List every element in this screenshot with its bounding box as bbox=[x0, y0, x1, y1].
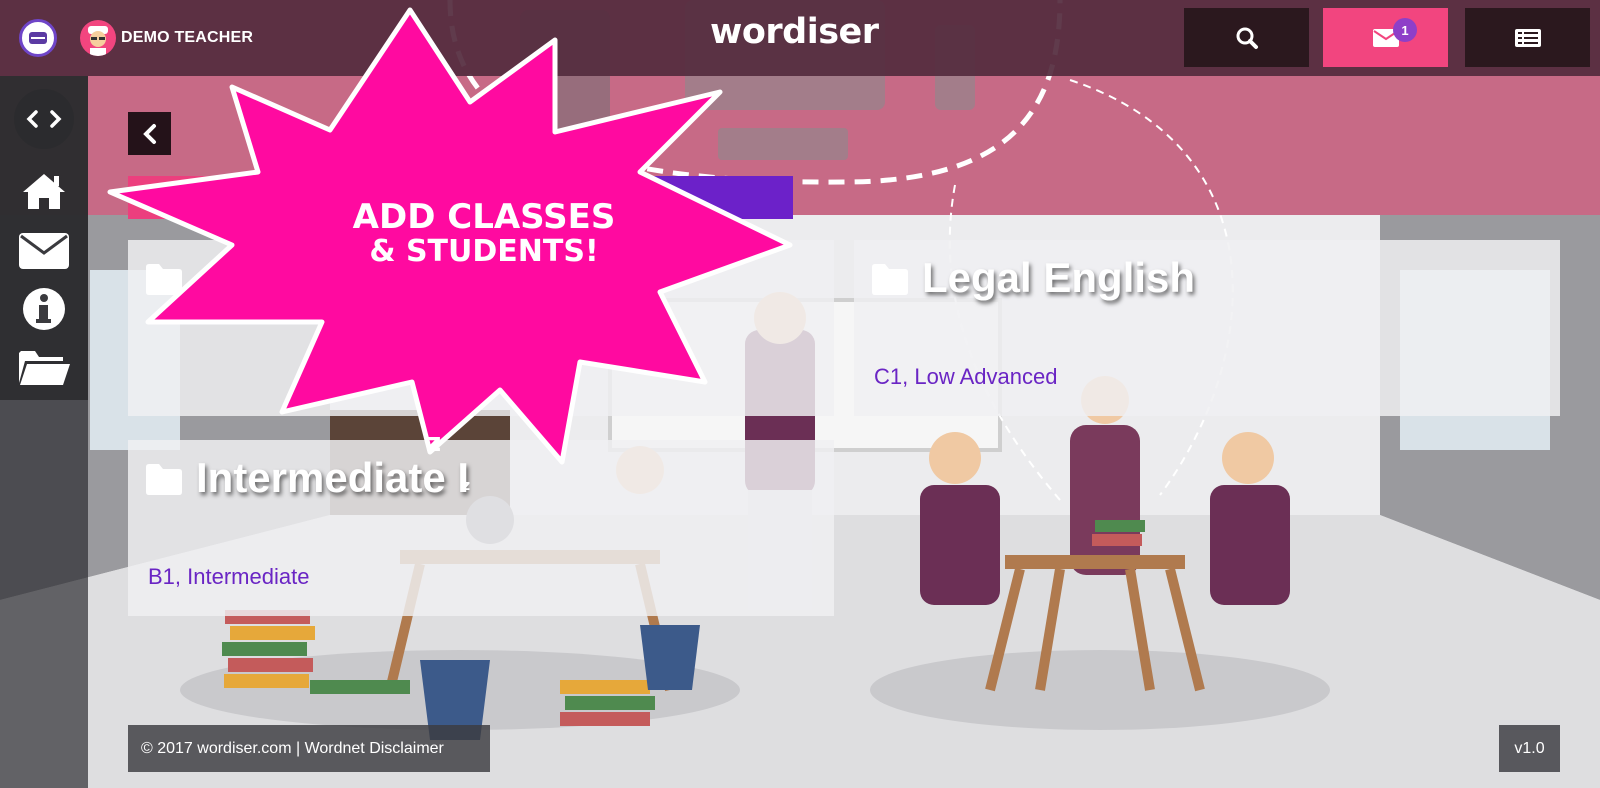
avatar[interactable] bbox=[80, 20, 116, 56]
menu-button[interactable] bbox=[19, 19, 57, 57]
mail-icon bbox=[19, 233, 69, 269]
chevron-left-icon bbox=[142, 123, 156, 144]
promo-line-1: ADD CLASSES bbox=[352, 197, 616, 237]
add-class-button[interactable] bbox=[128, 176, 368, 219]
menu-icon bbox=[29, 32, 47, 44]
teacher-name[interactable]: DEMO TEACHER bbox=[121, 29, 253, 47]
version-label: v1.0 bbox=[1499, 725, 1560, 772]
sidebar bbox=[0, 76, 88, 788]
sidebar-item-folders[interactable] bbox=[0, 338, 88, 396]
sidebar-item-info[interactable] bbox=[0, 280, 88, 338]
list-button[interactable] bbox=[1465, 8, 1590, 67]
class-level: B1, Intermediate bbox=[148, 564, 310, 589]
footer-copyright[interactable]: © 2017 wordiser.com | Wordnet Disclaimer bbox=[128, 725, 490, 772]
back-button[interactable] bbox=[128, 112, 171, 155]
home-icon bbox=[23, 174, 65, 209]
code-toggle-icon bbox=[26, 110, 62, 128]
add-student-button[interactable] bbox=[625, 176, 793, 219]
promo-line-2: & STUDENTS! bbox=[369, 233, 599, 269]
class-name: Intermediate I bbox=[196, 454, 470, 501]
notification-badge: 1 bbox=[1393, 18, 1417, 42]
folder-icon bbox=[146, 464, 182, 495]
wordiser-logo[interactable]: wordiser bbox=[710, 12, 879, 52]
sidebar-item-home[interactable] bbox=[0, 162, 88, 220]
sidebar-item-messages[interactable] bbox=[0, 222, 88, 280]
messages-button[interactable]: 1 bbox=[1323, 8, 1448, 67]
teacher-avatar-icon bbox=[88, 26, 108, 56]
class-level: C1, Low Advanced bbox=[874, 364, 1058, 389]
class-card-legal-english[interactable]: Legal English C1, Low Advanced bbox=[854, 240, 1560, 416]
folder-open-icon bbox=[19, 351, 70, 385]
folder-icon bbox=[146, 264, 182, 295]
sidebar-toggle-button[interactable] bbox=[14, 89, 74, 149]
search-button[interactable] bbox=[1184, 8, 1309, 67]
search-icon bbox=[1236, 27, 1258, 49]
folder-icon bbox=[872, 264, 908, 295]
class-name: Legal English bbox=[922, 254, 1196, 301]
top-bar: DEMO TEACHER wordiser 1 bbox=[0, 0, 1600, 76]
info-icon bbox=[23, 288, 65, 330]
list-icon bbox=[1514, 28, 1541, 47]
class-card-intermediate[interactable]: Intermediate I B1, Intermediate bbox=[128, 440, 834, 616]
promo-text: ADD CLASSES & STUDENTS! bbox=[350, 197, 618, 269]
